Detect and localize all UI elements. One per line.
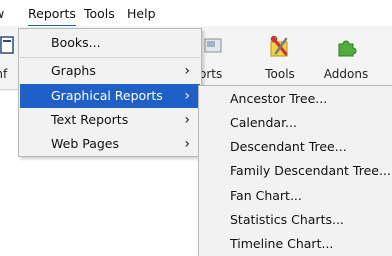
menu-view[interactable]: w bbox=[0, 4, 4, 24]
toolbar-tools-label: Tools bbox=[265, 67, 295, 81]
menu-item-graphical-reports[interactable]: Graphical Reports › bbox=[20, 84, 200, 108]
toolbar-addons-label: Addons bbox=[323, 67, 369, 81]
submenu-item-timeline-chart[interactable]: Timeline Chart... bbox=[200, 232, 392, 256]
submenu-item-family-descendant-tree[interactable]: Family Descendant Tree... bbox=[200, 159, 392, 183]
graphical-reports-submenu: Ancestor Tree... Calendar... Descendant … bbox=[198, 85, 392, 256]
toolbar-tools-button[interactable]: Tools bbox=[250, 26, 310, 86]
menu-item-books[interactable]: Books... bbox=[20, 31, 200, 55]
tools-icon bbox=[268, 35, 292, 61]
menu-reports[interactable]: Reports bbox=[28, 4, 76, 27]
puzzle-addon-icon bbox=[335, 36, 357, 61]
menu-item-label: Graphs bbox=[51, 63, 96, 78]
menu-separator bbox=[20, 57, 200, 58]
submenu-arrow-icon: › bbox=[184, 88, 190, 104]
submenu-arrow-icon: › bbox=[184, 112, 190, 128]
menu-item-text-reports[interactable]: Text Reports › bbox=[20, 108, 200, 132]
submenu-item-statistics-charts[interactable]: Statistics Charts... bbox=[200, 208, 392, 232]
submenu-arrow-icon: › bbox=[184, 63, 190, 79]
menu-item-label: Web Pages bbox=[51, 136, 119, 151]
submenu-item-ancestor-tree[interactable]: Ancestor Tree... bbox=[200, 87, 392, 111]
menu-help[interactable]: Help bbox=[127, 4, 156, 24]
toolbar-config-label: onf bbox=[0, 67, 8, 81]
reports-icon bbox=[204, 36, 222, 57]
menu-item-label: Books... bbox=[51, 35, 101, 50]
menu-reports-label: Reports bbox=[28, 6, 76, 21]
menu-item-graphs[interactable]: Graphs › bbox=[20, 59, 200, 83]
submenu-item-descendant-tree[interactable]: Descendant Tree... bbox=[200, 135, 392, 159]
menu-item-label: Graphical Reports bbox=[51, 88, 163, 103]
menu-tools[interactable]: Tools bbox=[84, 4, 115, 24]
submenu-item-fan-chart[interactable]: Fan Chart... bbox=[200, 184, 392, 208]
reports-dropdown-menu: Books... Graphs › Graphical Reports › Te… bbox=[18, 28, 202, 157]
submenu-item-calendar[interactable]: Calendar... bbox=[200, 111, 392, 135]
toolbar-addons-button[interactable]: Addons bbox=[316, 26, 376, 86]
document-icon bbox=[0, 36, 14, 57]
menu-item-web-pages[interactable]: Web Pages › bbox=[20, 132, 200, 156]
toolbar-config-button[interactable]: onf bbox=[0, 26, 18, 86]
menu-item-label: Text Reports bbox=[51, 112, 129, 127]
menu-bar: w Reports Tools Help bbox=[0, 0, 392, 27]
submenu-arrow-icon: › bbox=[184, 136, 190, 152]
